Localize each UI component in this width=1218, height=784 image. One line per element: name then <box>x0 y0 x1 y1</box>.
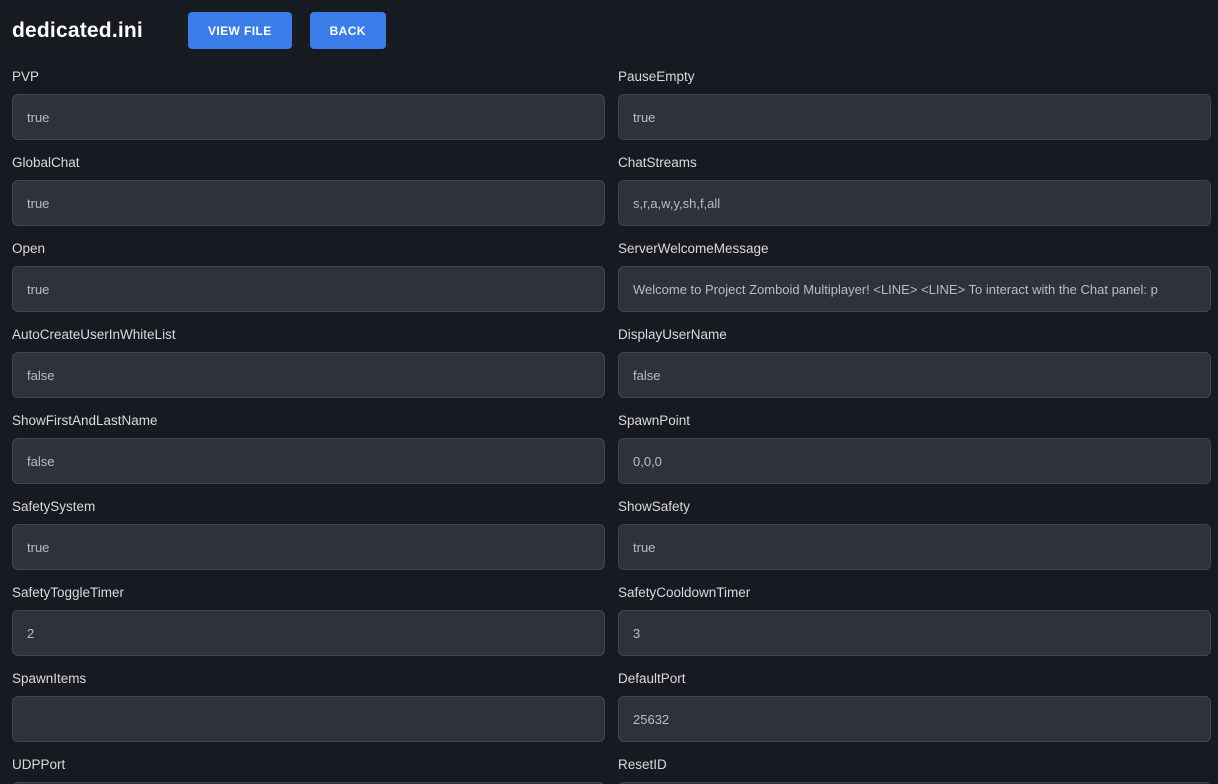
PauseEmpty-input[interactable] <box>618 94 1211 140</box>
ServerWelcomeMessage-label: ServerWelcomeMessage <box>618 240 1211 258</box>
DisplayUserName-label: DisplayUserName <box>618 326 1211 344</box>
field-SpawnItems: SpawnItems <box>12 670 605 742</box>
field-SafetySystem: SafetySystem <box>12 498 605 570</box>
field-PVP: PVP <box>12 68 605 140</box>
SafetySystem-label: SafetySystem <box>12 498 605 516</box>
SpawnItems-label: SpawnItems <box>12 670 605 688</box>
field-ServerWelcomeMessage: ServerWelcomeMessage <box>618 240 1211 312</box>
GlobalChat-label: GlobalChat <box>12 154 605 172</box>
config-form: PVP PauseEmpty GlobalChat ChatStreams Op… <box>0 62 1218 784</box>
SpawnPoint-label: SpawnPoint <box>618 412 1211 430</box>
ServerWelcomeMessage-input[interactable] <box>618 266 1211 312</box>
PVP-input[interactable] <box>12 94 605 140</box>
GlobalChat-input[interactable] <box>12 180 605 226</box>
ShowSafety-input[interactable] <box>618 524 1211 570</box>
SpawnPoint-input[interactable] <box>618 438 1211 484</box>
SafetyCooldownTimer-label: SafetyCooldownTimer <box>618 584 1211 602</box>
Open-input[interactable] <box>12 266 605 312</box>
field-SpawnPoint: SpawnPoint <box>618 412 1211 484</box>
field-PauseEmpty: PauseEmpty <box>618 68 1211 140</box>
field-ShowFirstAndLastName: ShowFirstAndLastName <box>12 412 605 484</box>
field-ChatStreams: ChatStreams <box>618 154 1211 226</box>
PauseEmpty-label: PauseEmpty <box>618 68 1211 86</box>
field-AutoCreateUserInWhiteList: AutoCreateUserInWhiteList <box>12 326 605 398</box>
header: dedicated.ini VIEW FILE BACK <box>0 0 1218 62</box>
PVP-label: PVP <box>12 68 605 86</box>
DefaultPort-label: DefaultPort <box>618 670 1211 688</box>
SafetySystem-input[interactable] <box>12 524 605 570</box>
Open-label: Open <box>12 240 605 258</box>
page-title: dedicated.ini <box>12 19 170 43</box>
field-SafetyToggleTimer: SafetyToggleTimer <box>12 584 605 656</box>
DefaultPort-input[interactable] <box>618 696 1211 742</box>
SafetyCooldownTimer-input[interactable] <box>618 610 1211 656</box>
DisplayUserName-input[interactable] <box>618 352 1211 398</box>
ShowFirstAndLastName-input[interactable] <box>12 438 605 484</box>
SafetyToggleTimer-label: SafetyToggleTimer <box>12 584 605 602</box>
field-GlobalChat: GlobalChat <box>12 154 605 226</box>
SafetyToggleTimer-input[interactable] <box>12 610 605 656</box>
field-ResetID: ResetID <box>618 756 1211 784</box>
field-UDPPort: UDPPort <box>12 756 605 784</box>
AutoCreateUserInWhiteList-label: AutoCreateUserInWhiteList <box>12 326 605 344</box>
field-DisplayUserName: DisplayUserName <box>618 326 1211 398</box>
field-DefaultPort: DefaultPort <box>618 670 1211 742</box>
ShowFirstAndLastName-label: ShowFirstAndLastName <box>12 412 605 430</box>
SpawnItems-input[interactable] <box>12 696 605 742</box>
view-file-button[interactable]: VIEW FILE <box>188 12 292 49</box>
UDPPort-label: UDPPort <box>12 756 605 774</box>
field-SafetyCooldownTimer: SafetyCooldownTimer <box>618 584 1211 656</box>
ResetID-label: ResetID <box>618 756 1211 774</box>
ShowSafety-label: ShowSafety <box>618 498 1211 516</box>
ChatStreams-label: ChatStreams <box>618 154 1211 172</box>
ChatStreams-input[interactable] <box>618 180 1211 226</box>
field-Open: Open <box>12 240 605 312</box>
field-ShowSafety: ShowSafety <box>618 498 1211 570</box>
back-button[interactable]: BACK <box>310 12 386 49</box>
AutoCreateUserInWhiteList-input[interactable] <box>12 352 605 398</box>
